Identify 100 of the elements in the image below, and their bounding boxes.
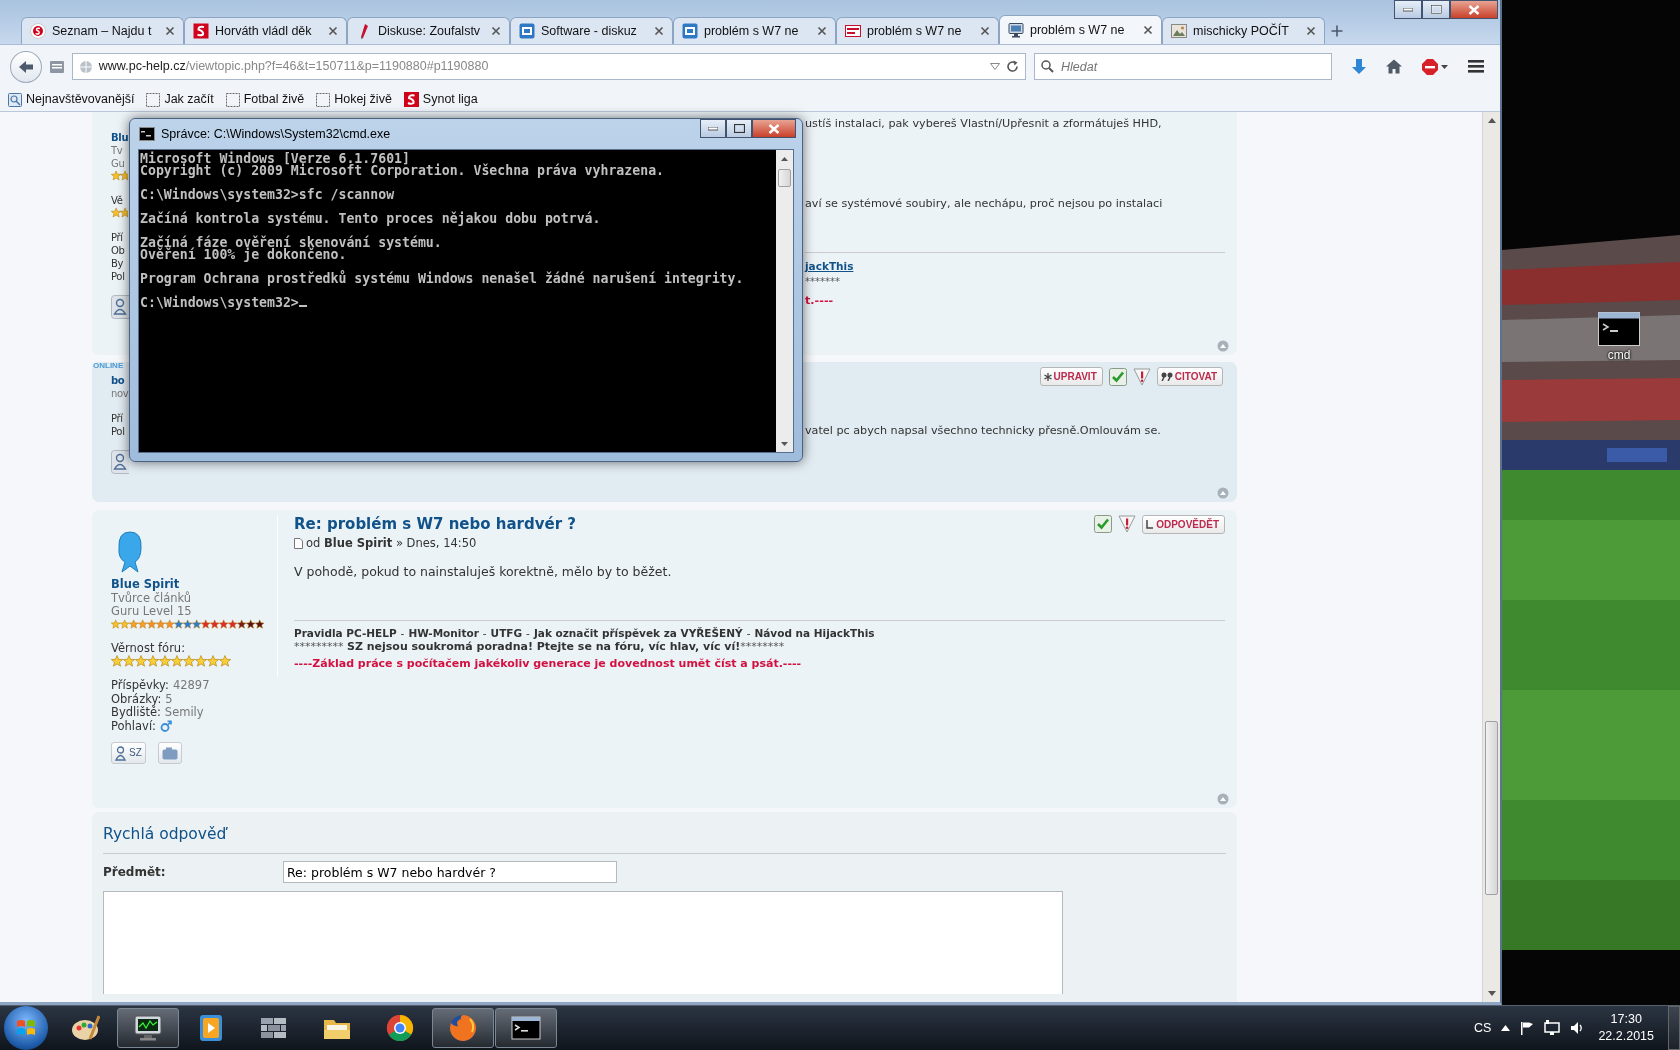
report-button[interactable] xyxy=(1118,515,1137,534)
terminal-icon xyxy=(139,127,155,141)
language-indicator[interactable]: CS xyxy=(1474,1018,1492,1038)
search-icon xyxy=(1041,60,1054,73)
close-button[interactable] xyxy=(1450,0,1498,19)
profile-label: Příspěvky: xyxy=(111,679,169,693)
signature-link[interactable]: UTFG xyxy=(490,626,523,640)
bookmark[interactable]: Hokej živě xyxy=(316,90,398,109)
username-text[interactable]: Blu xyxy=(111,131,129,144)
browser-tab[interactable]: problém s W7 ne xyxy=(999,15,1162,44)
private-message-button[interactable]: SZ xyxy=(111,742,146,764)
caret-icon xyxy=(1441,64,1448,69)
profile-label: Pol xyxy=(111,425,126,438)
quote-button[interactable]: CITOVAT xyxy=(1156,367,1223,386)
close-icon[interactable] xyxy=(1306,26,1316,36)
signature-link[interactable]: Návod na HijackThis xyxy=(754,626,875,640)
browser-tab[interactable]: Software - diskuz xyxy=(510,17,673,44)
signature-link[interactable]: jackThis xyxy=(805,259,854,275)
stars-drawing xyxy=(111,207,128,219)
scrollbar-thumb[interactable] xyxy=(1485,721,1498,895)
blank-page-icon xyxy=(225,92,240,107)
desktop-shortcut[interactable]: cmd xyxy=(1598,312,1640,364)
edit-button[interactable]: UPRAVIT xyxy=(1039,367,1103,386)
maximize-button[interactable] xyxy=(1422,0,1450,19)
reply-button[interactable]: ODPOVĚDĚT xyxy=(1142,515,1225,534)
tray-expand-icon[interactable] xyxy=(1501,1025,1511,1031)
speaker-icon[interactable] xyxy=(1570,1021,1585,1035)
browser-tab[interactable]: Diskuse: Zoufalstv xyxy=(347,17,510,44)
flag-icon[interactable] xyxy=(1520,1021,1535,1035)
taskbar-button[interactable] xyxy=(117,1008,179,1048)
profile-label: By xyxy=(111,257,125,270)
start-button[interactable] xyxy=(4,1006,48,1050)
minimize-button[interactable] xyxy=(700,119,726,138)
dropdown-icon[interactable] xyxy=(990,63,1000,70)
rank-text: Gu xyxy=(111,157,126,170)
close-button[interactable] xyxy=(752,119,796,138)
link-separator: - xyxy=(746,626,751,640)
profile-label: Pří xyxy=(111,412,124,425)
username-text[interactable]: bo xyxy=(111,374,129,387)
back-button[interactable] xyxy=(10,50,42,83)
message-field[interactable] xyxy=(103,891,1063,994)
close-icon[interactable] xyxy=(654,26,664,36)
browser-tab[interactable]: Horváth vládl děk xyxy=(184,17,347,44)
close-icon[interactable] xyxy=(328,26,338,36)
close-icon[interactable] xyxy=(1143,25,1153,35)
browser-tab[interactable]: problém s W7 ne xyxy=(673,17,836,44)
username-text[interactable]: Blue Spirit xyxy=(111,578,180,592)
show-desktop-button[interactable] xyxy=(1668,1006,1680,1050)
profile-value: 5 xyxy=(165,692,173,706)
seznam-icon xyxy=(30,23,46,39)
address-bar[interactable]: www.pc-help.cz/viewtopic.php?f=46&t=150711&p=1190880#p1190880 xyxy=(71,53,1026,80)
star-icon xyxy=(111,655,123,667)
approve-button[interactable] xyxy=(1108,367,1127,386)
minimize-button[interactable] xyxy=(1394,0,1422,19)
close-icon[interactable] xyxy=(491,26,501,36)
profile-label: Vě xyxy=(111,194,124,207)
profile-button[interactable] xyxy=(111,295,129,319)
close-icon[interactable] xyxy=(165,26,175,36)
blank-page-icon xyxy=(316,92,331,107)
browser-tab[interactable]: Seznam – Najdu t xyxy=(21,17,184,44)
checkmark-icon xyxy=(1094,515,1113,533)
bookmark[interactable]: Fotbal živě xyxy=(225,90,311,109)
console-output: Microsoft Windows [Verze 6.1.7601] Copyright (c) 2009 Microsoft Corporation. Všechna práva vyhrazena. C:\Windows\system32>sfc /scannow Začíná kontrola systému. Tento proces nějakou dobu potrvá. Začíná fáze ověření skenování systému. Ověření 100% je dokončeno. Program Ochrana prostředků systému Windows nenašel žádné narušení integrity. C:\Windows\system32> xyxy=(139,150,776,452)
network-icon[interactable] xyxy=(1544,1020,1561,1036)
bookmark[interactable]: Synot liga xyxy=(403,90,484,109)
browser-tab[interactable]: mischicky POČÍT xyxy=(1162,17,1325,44)
subject-field[interactable]: Re: problém s W7 nebo hardvér ? xyxy=(283,861,617,883)
close-icon[interactable] xyxy=(980,26,990,36)
close-icon[interactable] xyxy=(817,26,827,36)
signature-link[interactable]: HW-Monitor xyxy=(408,626,479,640)
scroll-down-icon[interactable] xyxy=(1487,991,1496,996)
search-field[interactable]: Hledat xyxy=(1034,53,1332,80)
gallery-button[interactable] xyxy=(157,742,182,764)
bookmark[interactable]: Jak začít xyxy=(146,90,220,109)
profile-button[interactable] xyxy=(111,450,129,474)
rank-text: Guru Level 15 xyxy=(111,605,192,619)
clock[interactable]: 17:30 22.2.2015 xyxy=(1594,1011,1658,1045)
page-list-button[interactable] xyxy=(49,60,64,73)
scroll-down-icon[interactable] xyxy=(781,441,788,446)
maximize-button[interactable] xyxy=(726,119,752,138)
taskbar-button[interactable] xyxy=(495,1008,557,1048)
signature-link[interactable]: Jak označit příspěvek za VYŘEŠENÝ xyxy=(533,626,743,640)
plus-icon xyxy=(1331,24,1343,37)
post-text: aví se systémové soubiry, ale nechápu, proč nejsou po instalaci xyxy=(805,197,1164,211)
report-button[interactable] xyxy=(1132,367,1151,386)
signature-link[interactable]: Pravidla PC-HELP xyxy=(294,626,397,640)
section-title: Rychlá odpověď xyxy=(103,823,1226,854)
browser-tab[interactable]: problém s W7 ne xyxy=(836,17,999,44)
author-link[interactable]: Blue Spirit xyxy=(324,536,393,550)
scroll-up-icon[interactable] xyxy=(1487,118,1496,123)
home-icon xyxy=(1386,59,1402,74)
scrollbar-thumb[interactable] xyxy=(778,169,791,187)
post-title[interactable]: Re: problém s W7 nebo hardvér ? xyxy=(294,513,576,535)
rank-text: Tvůrce článků xyxy=(111,591,192,605)
reload-icon[interactable] xyxy=(1006,60,1019,73)
scroll-up-icon[interactable] xyxy=(781,156,788,161)
bookmark[interactable]: Nejnavštěvovanější xyxy=(8,90,141,109)
rank-text: Tv xyxy=(111,144,124,157)
approve-button[interactable] xyxy=(1094,515,1113,534)
profile-label: Pří xyxy=(111,231,124,244)
